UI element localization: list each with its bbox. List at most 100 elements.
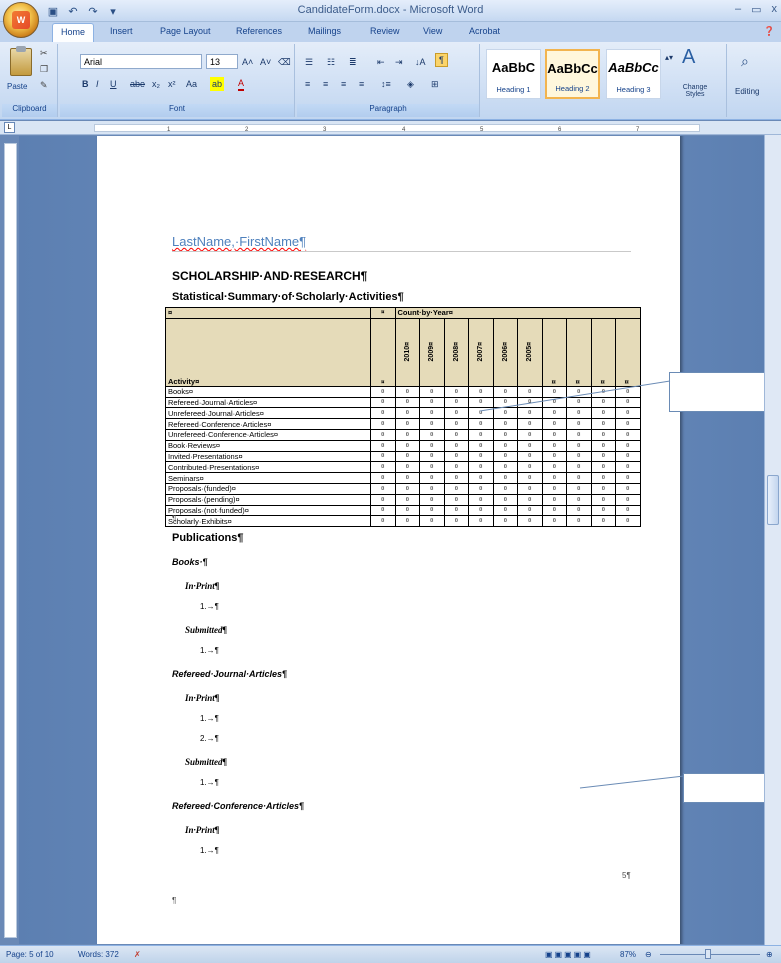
callout-leader — [579, 775, 685, 789]
font-label: Font — [60, 104, 294, 117]
zoom-level[interactable]: 87% — [620, 950, 636, 959]
copy-icon[interactable]: ❐ — [40, 64, 48, 75]
style-heading-2[interactable]: AaBbCc Heading 2 — [545, 49, 600, 99]
line-spacing-icon[interactable]: ↕≡ — [381, 77, 391, 91]
tab-selector-icon[interactable]: L — [4, 122, 15, 133]
tab-review[interactable]: Review — [370, 26, 400, 36]
ruler-number: 1 — [167, 127, 171, 133]
style-heading-3[interactable]: AaBbCc Heading 3 — [606, 49, 661, 99]
underline-icon[interactable]: U — [110, 77, 117, 91]
paste-button[interactable]: Paste — [7, 82, 27, 91]
style-sample: AaBbCc — [608, 60, 659, 75]
office-logo-icon: W — [12, 11, 30, 29]
font-size-box[interactable]: 13 — [206, 54, 238, 69]
editing-button[interactable]: Editing — [735, 84, 759, 98]
ruler-number: 3 — [323, 127, 327, 133]
ruler-number: 5 — [480, 127, 484, 133]
font-name-box[interactable]: Arial — [80, 54, 202, 69]
callout-leader — [479, 380, 671, 412]
zoom-in-icon[interactable]: ⊕ — [766, 950, 773, 959]
page-indicator[interactable]: Page: 5 of 10 — [6, 950, 54, 959]
change-case-icon[interactable]: Aa — [186, 77, 197, 91]
font-group: Arial 13 A˄ A˅ ⌫ B I U abe x₂ x² Aa ab A… — [60, 44, 295, 117]
minimize-button[interactable]: – — [735, 3, 741, 16]
close-button[interactable]: x — [772, 3, 778, 16]
align-left-icon[interactable]: ≡ — [305, 77, 310, 91]
paragraph-group: ☰ ☷ ≣ ⇤ ⇥ ↓A ¶ ≡ ≡ ≡ ≡ ↕≡ ◈ ⊞ Paragraph — [297, 44, 480, 117]
zoom-slider-thumb[interactable] — [705, 949, 711, 959]
grow-font-icon[interactable]: A˄ — [242, 55, 253, 69]
proofing-icon[interactable]: ✗ — [134, 950, 141, 959]
clipboard-label: Clipboard — [2, 104, 57, 117]
vertical-scrollbar[interactable] — [764, 135, 781, 945]
title-bar: ▣ ↶ ↷ ▾ CandidateForm.docx - Microsoft W… — [0, 0, 781, 22]
word-count[interactable]: Words: 372 — [78, 950, 119, 959]
bullets-icon[interactable]: ☰ — [305, 55, 313, 69]
window-controls: – ▭ x — [735, 3, 777, 16]
borders-icon[interactable]: ⊞ — [431, 77, 439, 91]
styles-scroll-icon[interactable]: ▴▾ — [665, 50, 673, 64]
numbering-icon[interactable]: ☷ — [327, 55, 335, 69]
clipboard-group: Paste ✂ ❐ ✎ Clipboard — [2, 44, 58, 117]
document-area: LastName,·FirstName¶ SCHOLARSHIP·AND·RES… — [19, 136, 764, 944]
shrink-font-icon[interactable]: A˅ — [260, 55, 271, 69]
multilevel-list-icon[interactable]: ≣ — [349, 55, 357, 69]
ribbon-tabs: Home Insert Page Layout References Maili… — [0, 22, 781, 43]
clear-formatting-icon[interactable]: ⌫ — [278, 55, 291, 69]
styles-group: AaBbC Heading 1 AaBbCc Heading 2 AaBbCc Hea… — [482, 44, 722, 117]
align-right-icon[interactable]: ≡ — [341, 77, 346, 91]
paragraph-label: Paragraph — [297, 104, 479, 117]
subscript-icon[interactable]: x₂ — [152, 77, 160, 91]
italic-icon[interactable]: I — [96, 77, 99, 91]
ruler-number: 6 — [558, 127, 562, 133]
tab-mailings[interactable]: Mailings — [308, 26, 341, 36]
office-button[interactable]: W — [3, 2, 39, 38]
scroll-thumb[interactable] — [767, 475, 779, 525]
style-sample: AaBbCc — [547, 61, 598, 76]
bold-icon[interactable]: B — [82, 77, 89, 91]
sort-icon[interactable]: ↓A — [415, 55, 426, 69]
style-name: Heading 2 — [555, 84, 590, 93]
format-painter-icon[interactable]: ✎ — [40, 80, 48, 91]
ruler-number: 2 — [245, 127, 249, 133]
font-color-icon[interactable]: A — [238, 77, 245, 91]
horizontal-ruler[interactable]: L 1 2 3 4 5 6 7 — [0, 121, 781, 135]
tab-references[interactable]: References — [236, 26, 282, 36]
ribbon: Paste ✂ ❐ ✎ Clipboard Arial 13 A˄ A˅ ⌫ B… — [0, 42, 781, 120]
highlight-icon[interactable]: ab — [210, 77, 225, 91]
ruler-number: 4 — [402, 127, 406, 133]
tab-page-layout[interactable]: Page Layout — [160, 26, 211, 36]
view-buttons-icon[interactable]: ▣▣▣▣▣ — [545, 950, 593, 959]
justify-icon[interactable]: ≡ — [359, 77, 364, 91]
change-styles-icon[interactable]: A — [682, 46, 695, 68]
restore-button[interactable]: ▭ — [751, 3, 761, 16]
decrease-indent-icon[interactable]: ⇤ — [377, 55, 385, 69]
style-heading-1[interactable]: AaBbC Heading 1 — [486, 49, 541, 99]
help-icon[interactable]: ❓ — [764, 26, 775, 37]
tab-view[interactable]: View — [423, 26, 442, 36]
cut-icon[interactable]: ✂ — [40, 48, 48, 59]
paste-icon[interactable] — [10, 46, 32, 76]
callout-leaders — [479, 380, 685, 789]
style-sample: AaBbC — [491, 60, 536, 75]
tab-insert[interactable]: Insert — [110, 26, 133, 36]
strikethrough-icon[interactable]: abe — [130, 77, 145, 91]
style-name: Heading 1 — [496, 85, 531, 94]
change-styles-button[interactable]: Change Styles — [678, 84, 712, 98]
style-name: Heading 3 — [616, 85, 651, 94]
tab-home[interactable]: Home — [52, 23, 95, 43]
vertical-ruler[interactable] — [4, 143, 17, 938]
increase-indent-icon[interactable]: ⇥ — [395, 55, 403, 69]
zoom-out-icon[interactable]: ⊖ — [645, 950, 652, 959]
align-center-icon[interactable]: ≡ — [323, 77, 328, 91]
tab-acrobat[interactable]: Acrobat — [469, 26, 500, 36]
superscript-icon[interactable]: x² — [168, 77, 176, 91]
word-window: ▣ ↶ ↷ ▾ CandidateForm.docx - Microsoft W… — [0, 0, 781, 963]
show-formatting-icon[interactable]: ¶ — [435, 53, 448, 67]
ruler-number: 7 — [636, 127, 640, 133]
editing-group: ⌕ Editing — [726, 44, 778, 117]
shading-icon[interactable]: ◈ — [407, 77, 414, 91]
status-bar: Page: 5 of 10 Words: 372 ✗ ▣▣▣▣▣ 87% ⊖ ⊕ — [0, 945, 781, 963]
ruler-track: 1 2 3 4 5 6 7 — [94, 124, 700, 133]
binoculars-icon: ⌕ — [741, 52, 749, 69]
